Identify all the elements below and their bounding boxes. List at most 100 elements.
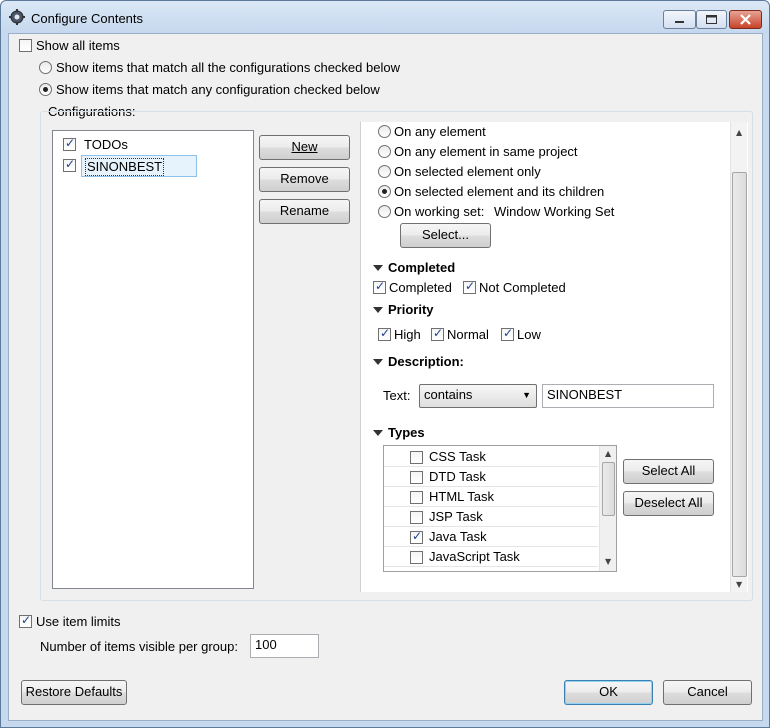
type-label-css: CSS Task [429, 449, 486, 464]
row-divider [384, 466, 598, 467]
window-title: Configure Contents [31, 11, 144, 26]
type-checkbox-dtd[interactable] [410, 471, 423, 484]
minimize-button[interactable] [663, 10, 696, 29]
items-visible-label: Number of items visible per group: [40, 639, 238, 654]
config-selected-highlight[interactable]: SINONBEST [81, 155, 197, 177]
items-visible-input[interactable]: 100 [250, 634, 319, 658]
priority-normal-label: Normal [447, 327, 489, 342]
priority-section-title[interactable]: Priority [388, 302, 434, 317]
scope-label-same-project: On any element in same project [394, 144, 578, 159]
type-label-dtd: DTD Task [429, 469, 486, 484]
settings-scroll-down-icon[interactable]: ▼ [736, 580, 742, 589]
select-all-label: Select All [641, 463, 696, 478]
minimize-icon [675, 21, 684, 23]
config-label-todos: TODOs [84, 137, 128, 152]
type-label-javascript: JavaScript Task [429, 549, 520, 564]
priority-low-checkbox[interactable] [501, 326, 514, 341]
priority-collapse-icon[interactable] [373, 307, 383, 313]
completed-section-title[interactable]: Completed [388, 260, 455, 275]
configurations-list[interactable]: TODOs SINONBEST [52, 130, 254, 589]
completed-collapse-icon[interactable] [373, 265, 383, 271]
match-any-radio[interactable] [39, 83, 52, 96]
config-checkbox-sinonbest[interactable] [63, 157, 76, 172]
deselect-all-label: Deselect All [634, 495, 703, 510]
scope-radio-same-project[interactable] [378, 145, 391, 158]
new-button[interactable]: New [259, 135, 350, 160]
dialog-content: Show all items Show items that match all… [8, 33, 763, 721]
ok-label: OK [599, 684, 618, 699]
type-label-html: HTML Task [429, 489, 495, 504]
types-scroll-thumb[interactable] [602, 462, 615, 516]
config-label-sinonbest: SINONBEST [85, 158, 165, 176]
working-set-value: Window Working Set [494, 204, 615, 219]
scope-radio-any-element[interactable] [378, 125, 391, 138]
settings-scrollbar[interactable]: ▲ ▼ [730, 122, 747, 592]
description-collapse-icon[interactable] [373, 359, 383, 365]
completed-checkbox[interactable] [373, 279, 386, 294]
type-checkbox-html[interactable] [410, 491, 423, 504]
ok-button[interactable]: OK [564, 680, 653, 705]
description-operator-value: contains [424, 387, 473, 402]
priority-high-label: High [394, 327, 421, 342]
scope-radio-selected-only[interactable] [378, 165, 391, 178]
config-checkbox-todos[interactable] [63, 136, 76, 151]
select-working-set-label: Select... [422, 227, 469, 242]
priority-normal-checkbox[interactable] [431, 326, 444, 341]
match-all-label: Show items that match all the configurat… [56, 60, 400, 75]
rename-button[interactable]: Rename [259, 199, 350, 224]
scope-label-selected-only: On selected element only [394, 164, 541, 179]
restore-defaults-label: Restore Defaults [25, 684, 123, 699]
priority-high-checkbox[interactable] [378, 326, 391, 341]
close-button[interactable] [729, 10, 762, 29]
type-checkbox-jsp[interactable] [410, 511, 423, 524]
items-visible-value: 100 [255, 637, 277, 652]
scroll-up-icon[interactable]: ▲ [605, 449, 611, 458]
types-scrollbar[interactable]: ▲ ▼ [599, 446, 616, 571]
description-text-label: Text: [383, 388, 411, 403]
new-button-label: New [291, 139, 318, 154]
row-divider [384, 506, 598, 507]
settings-scroll-thumb[interactable] [732, 172, 747, 577]
type-checkbox-javascript[interactable] [410, 551, 423, 564]
deselect-all-button[interactable]: Deselect All [623, 491, 714, 516]
not-completed-label: Not Completed [479, 280, 566, 295]
description-section-title[interactable]: Description: [388, 354, 464, 369]
type-label-jsp: JSP Task [429, 509, 483, 524]
match-any-label: Show items that match any configuration … [56, 82, 380, 97]
gear-icon [9, 9, 25, 25]
type-checkbox-java[interactable] [410, 529, 423, 544]
type-checkbox-css[interactable] [410, 451, 423, 464]
close-icon [740, 14, 751, 25]
use-item-limits-checkbox[interactable] [19, 613, 32, 628]
select-all-button[interactable]: Select All [623, 459, 714, 484]
match-all-radio[interactable] [39, 61, 52, 74]
row-divider [384, 486, 598, 487]
row-divider [384, 566, 598, 567]
type-label-java: Java Task [429, 529, 487, 544]
settings-scroll-up-icon[interactable]: ▲ [736, 128, 742, 137]
show-all-items-label: Show all items [36, 38, 120, 53]
remove-button-label: Remove [280, 171, 329, 186]
maximize-button[interactable] [696, 10, 727, 29]
completed-label: Completed [389, 280, 452, 295]
description-value-input[interactable]: SINONBEST [542, 384, 714, 408]
restore-defaults-button[interactable]: Restore Defaults [21, 680, 127, 705]
scroll-down-icon[interactable]: ▼ [605, 557, 611, 566]
row-divider [384, 526, 598, 527]
cancel-button[interactable]: Cancel [663, 680, 752, 705]
show-all-items-checkbox[interactable] [19, 39, 32, 52]
use-item-limits-label: Use item limits [36, 614, 121, 629]
not-completed-checkbox[interactable] [463, 279, 476, 294]
scope-label-selected-children: On selected element and its children [394, 184, 605, 199]
remove-button[interactable]: Remove [259, 167, 350, 192]
types-section-title[interactable]: Types [388, 425, 425, 440]
types-collapse-icon[interactable] [373, 430, 383, 436]
maximize-icon [706, 15, 717, 24]
select-working-set-button[interactable]: Select... [400, 223, 491, 248]
scope-radio-working-set[interactable] [378, 205, 391, 218]
description-operator-select[interactable]: contains ▼ [419, 384, 537, 408]
scope-radio-selected-children[interactable] [378, 185, 391, 198]
dropdown-arrow-icon: ▼ [522, 390, 531, 400]
types-list[interactable]: CSS Task DTD Task HTML Task JSP Task Jav… [383, 445, 617, 572]
title-bar: Configure Contents [1, 1, 769, 33]
